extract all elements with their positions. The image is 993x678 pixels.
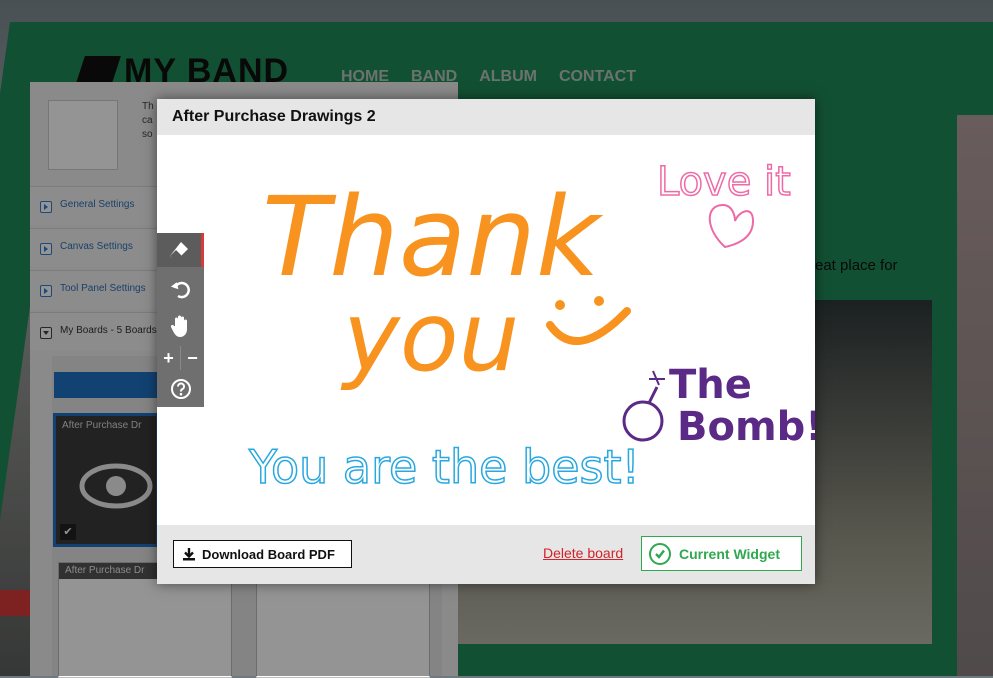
modal-header: After Purchase Drawings 2	[157, 99, 815, 135]
download-label: Download Board PDF	[202, 546, 335, 562]
tool-panel: + −	[157, 233, 204, 407]
modal-footer: Download Board PDF Delete board Current …	[157, 525, 815, 584]
modal-title: After Purchase Drawings 2	[172, 108, 376, 125]
best-text: You are the best!	[248, 440, 640, 494]
download-pdf-button[interactable]: Download Board PDF	[173, 540, 352, 568]
bomb-text: Bomb!	[677, 404, 815, 450]
widget-label: Current Widget	[679, 545, 780, 562]
help-tool[interactable]	[157, 372, 204, 406]
bomb-doodle	[622, 370, 665, 442]
pan-tool[interactable]	[157, 309, 204, 343]
board-modal: After Purchase Drawings 2 Thank you Love…	[157, 99, 815, 584]
smiley-doodle	[546, 296, 631, 345]
hand-icon	[170, 315, 187, 337]
undo-tool[interactable]	[157, 273, 204, 307]
drawing: Thank you Love it The Bomb! You are the …	[247, 158, 815, 495]
drawing-canvas[interactable]: Thank you Love it The Bomb! You are the …	[157, 135, 815, 525]
the-text: The	[669, 362, 752, 408]
check-circle-icon	[649, 542, 671, 565]
delete-board-link[interactable]: Delete board	[543, 545, 623, 561]
zoom-out-icon[interactable]: −	[181, 346, 204, 370]
eraser-icon	[170, 242, 188, 258]
you-text: you	[340, 281, 519, 393]
download-icon	[183, 548, 195, 561]
undo-icon	[170, 281, 190, 299]
love-it-text: Love it	[657, 159, 791, 205]
zoom-in-icon[interactable]: +	[157, 346, 181, 370]
help-icon	[170, 379, 191, 399]
zoom-controls: + −	[157, 346, 204, 370]
heart-doodle	[708, 203, 755, 249]
current-widget-button[interactable]: Current Widget	[641, 536, 802, 571]
eraser-tool[interactable]	[157, 233, 204, 267]
